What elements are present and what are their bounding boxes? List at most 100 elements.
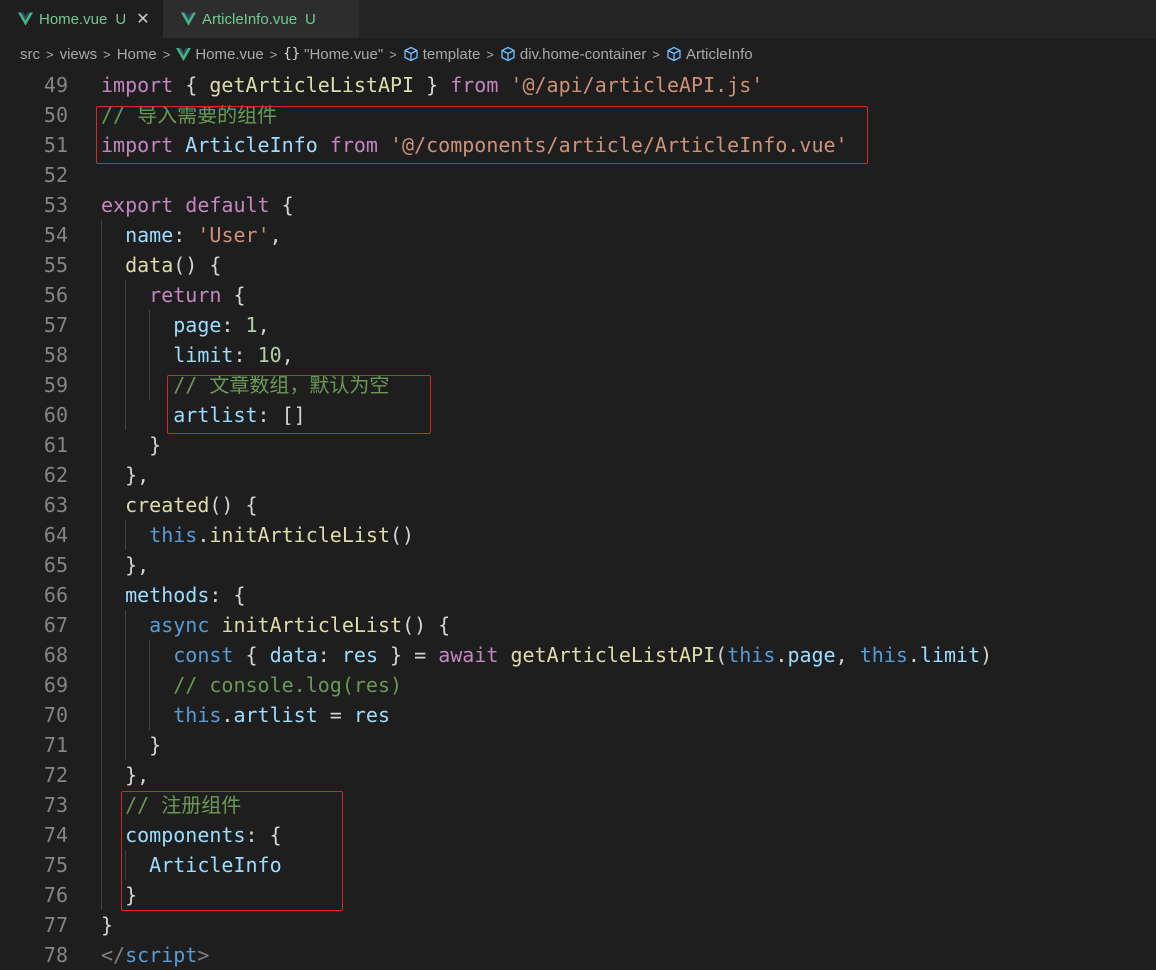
code-line[interactable]: 65 }, bbox=[0, 550, 1156, 580]
chevron-right-icon: > bbox=[46, 46, 54, 62]
code-token: this bbox=[859, 643, 908, 667]
code-line[interactable]: 52 bbox=[0, 160, 1156, 190]
code-line[interactable]: 63 created() { bbox=[0, 490, 1156, 520]
code-line[interactable]: 58 limit: 10, bbox=[0, 340, 1156, 370]
code-token: const bbox=[173, 643, 234, 667]
code-token: , bbox=[281, 343, 294, 367]
code-token: initArticleList bbox=[221, 613, 403, 637]
code-token: > bbox=[197, 943, 210, 967]
code-line[interactable]: 64 this.initArticleList() bbox=[0, 520, 1156, 550]
code-token: // console.log(res) bbox=[173, 673, 403, 697]
code-text: import { getArticleListAPI } from '@/api… bbox=[101, 70, 763, 100]
code-token: : bbox=[173, 223, 198, 247]
code-text: limit: 10, bbox=[101, 340, 294, 370]
vue-file-icon bbox=[18, 12, 33, 26]
breadcrumb-item-template[interactable]: template bbox=[403, 46, 480, 63]
code-token: } bbox=[101, 913, 114, 937]
code-text: </script> bbox=[101, 940, 209, 970]
code-token: 10 bbox=[257, 343, 282, 367]
code-token: name bbox=[125, 223, 174, 247]
code-line[interactable]: 71 } bbox=[0, 730, 1156, 760]
highlight-box-artlist bbox=[167, 375, 431, 434]
code-token: { bbox=[269, 193, 294, 217]
tab-articleinfo-vue[interactable]: ArticleInfo.vue U bbox=[163, 0, 359, 38]
breadcrumb-item-views[interactable]: views bbox=[60, 46, 98, 63]
line-number: 76 bbox=[43, 883, 68, 907]
code-line[interactable]: 62 }, bbox=[0, 460, 1156, 490]
code-line[interactable]: 68 const { data: res } = await getArticl… bbox=[0, 640, 1156, 670]
breadcrumb-item-module[interactable]: {} "Home.vue" bbox=[283, 46, 383, 63]
code-text: } bbox=[101, 910, 113, 940]
code-token: page bbox=[787, 643, 836, 667]
line-number: 62 bbox=[43, 463, 68, 487]
code-token: created bbox=[125, 493, 210, 517]
code-token: : bbox=[317, 643, 342, 667]
code-token: () bbox=[390, 523, 415, 547]
code-text: }, bbox=[101, 550, 149, 580]
breadcrumb-label: "Home.vue" bbox=[304, 45, 384, 63]
code-token: } bbox=[101, 433, 162, 457]
breadcrumb-item-home-folder[interactable]: Home bbox=[117, 46, 157, 63]
line-number: 78 bbox=[43, 943, 68, 967]
code-token: = bbox=[317, 703, 354, 727]
code-token: . bbox=[775, 643, 788, 667]
breadcrumb-label: ArticleInfo bbox=[685, 45, 753, 63]
line-number: 63 bbox=[43, 493, 68, 517]
untracked-badge: U bbox=[305, 10, 316, 28]
line-number: 65 bbox=[43, 553, 68, 577]
code-token: methods bbox=[125, 583, 210, 607]
code-line[interactable]: 78 </script> bbox=[0, 940, 1156, 970]
chevron-right-icon: > bbox=[103, 46, 111, 62]
breadcrumb-item-src[interactable]: src bbox=[20, 46, 40, 63]
vue-file-icon bbox=[181, 12, 196, 26]
code-line[interactable]: 67 async initArticleList() { bbox=[0, 610, 1156, 640]
code-token: import bbox=[101, 73, 174, 97]
code-token: data bbox=[269, 643, 318, 667]
line-number: 75 bbox=[43, 853, 68, 877]
code-line[interactable]: 56 return { bbox=[0, 280, 1156, 310]
code-token: , bbox=[269, 223, 282, 247]
code-token: getArticleListAPI bbox=[510, 643, 716, 667]
cube-icon bbox=[667, 46, 681, 62]
code-editor[interactable]: 49 import { getArticleListAPI } from '@/a… bbox=[0, 70, 1156, 969]
code-line[interactable]: 49 import { getArticleListAPI } from '@/a… bbox=[0, 70, 1156, 100]
breadcrumb-item-div-home-container[interactable]: div.home-container bbox=[500, 46, 646, 63]
code-line[interactable]: 70 this.artlist = res bbox=[0, 700, 1156, 730]
code-line[interactable]: 72 }, bbox=[0, 760, 1156, 790]
code-token: data bbox=[125, 253, 174, 277]
code-token: , bbox=[835, 643, 860, 667]
code-line[interactable]: 57 page: 1, bbox=[0, 310, 1156, 340]
code-token: </ bbox=[101, 943, 126, 967]
code-token: 'User' bbox=[197, 223, 270, 247]
code-line[interactable]: 66 methods: { bbox=[0, 580, 1156, 610]
code-line[interactable]: 54 name: 'User', bbox=[0, 220, 1156, 250]
code-token: () { bbox=[173, 253, 222, 277]
code-token: this bbox=[149, 523, 198, 547]
code-line[interactable]: 61 } bbox=[0, 430, 1156, 460]
code-token: () { bbox=[209, 493, 258, 517]
code-line[interactable]: 77} bbox=[0, 910, 1156, 940]
code-line[interactable]: 53 export default { bbox=[0, 190, 1156, 220]
chevron-right-icon: > bbox=[389, 46, 397, 62]
code-line[interactable]: 55 data() { bbox=[0, 250, 1156, 280]
line-number: 64 bbox=[43, 523, 68, 547]
line-number: 53 bbox=[43, 193, 68, 217]
line-number: 67 bbox=[43, 613, 68, 637]
breadcrumb-item-home-vue[interactable]: Home.vue bbox=[176, 46, 264, 63]
line-number: 58 bbox=[43, 343, 68, 367]
vue-file-icon bbox=[176, 47, 192, 61]
code-line[interactable]: 69 // console.log(res) bbox=[0, 670, 1156, 700]
close-icon[interactable]: ✕ bbox=[136, 9, 149, 29]
tab-home-vue[interactable]: Home.vue U ✕ bbox=[0, 0, 163, 38]
breadcrumb-item-articleinfo[interactable]: ArticleInfo bbox=[666, 46, 753, 63]
code-token: async bbox=[149, 613, 210, 637]
code-text: this.artlist = res bbox=[101, 700, 390, 730]
line-number: 71 bbox=[43, 733, 68, 757]
